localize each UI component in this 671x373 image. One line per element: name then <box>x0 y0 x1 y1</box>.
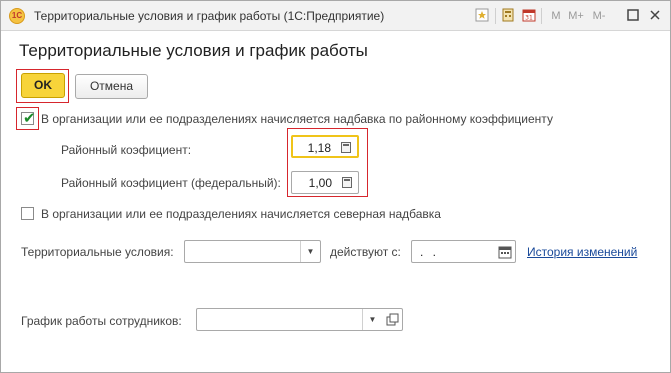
regional-coef-federal-value: 1,00 <box>308 176 332 190</box>
title-bar: 1C Территориальные условия и график рабо… <box>1 1 670 31</box>
regional-coef-federal-field[interactable]: 1,00 <box>291 171 359 194</box>
northern-allowance-checkbox-label: В организации или ее подразделениях начи… <box>41 207 441 221</box>
ok-button[interactable]: OK <box>21 73 65 98</box>
cancel-button[interactable]: Отмена <box>75 74 148 99</box>
work-schedule-select[interactable]: ▼ <box>196 308 403 331</box>
regional-coef-value: 1,18 <box>307 141 331 155</box>
regional-coef-label: Районный коэфициент: <box>61 143 192 157</box>
calendar-icon[interactable]: 31 <box>522 8 536 22</box>
memory-plus-button[interactable]: M+ <box>567 8 585 24</box>
regional-coef-federal-label: Районный коэфициент (федеральный): <box>61 176 281 190</box>
toolbar-separator <box>495 8 496 24</box>
favorite-icon[interactable] <box>475 8 489 22</box>
work-schedule-label: График работы сотрудников: <box>21 314 182 328</box>
open-icon[interactable] <box>386 313 399 326</box>
close-icon[interactable] <box>648 8 662 22</box>
calculator-icon[interactable] <box>501 8 515 22</box>
toolbar-separator <box>541 8 542 24</box>
calculator-icon[interactable] <box>335 137 357 158</box>
memory-minus-button[interactable]: M- <box>591 8 607 24</box>
regional-coef-field[interactable]: 1,18 <box>291 135 359 158</box>
calculator-icon[interactable] <box>336 172 358 193</box>
history-link[interactable]: История изменений <box>527 245 637 259</box>
check-mark-icon: ✔ <box>23 110 36 127</box>
regional-coef-checkbox-label: В организации или ее подразделениях начи… <box>41 112 553 126</box>
memory-button[interactable]: M <box>549 8 563 24</box>
valid-from-date-field[interactable]: . . <box>411 240 516 263</box>
northern-allowance-checkbox[interactable] <box>21 207 34 220</box>
territorial-conditions-select[interactable]: ▼ <box>184 240 321 263</box>
chevron-down-icon[interactable]: ▼ <box>362 309 382 330</box>
svg-text:31: 31 <box>525 15 533 22</box>
dialog-window: 1C Территориальные условия и график рабо… <box>0 0 671 373</box>
page-title: Территориальные условия и график работы <box>19 41 368 60</box>
1c-app-icon: 1C <box>9 8 25 24</box>
calendar-icon[interactable] <box>498 245 512 259</box>
window-title: Территориальные условия и график работы … <box>34 9 385 23</box>
regional-coef-checkbox[interactable]: ✔ <box>21 110 36 127</box>
chevron-down-icon[interactable]: ▼ <box>300 241 320 262</box>
valid-from-date-value: . . <box>420 245 440 259</box>
maximize-icon[interactable] <box>626 8 640 22</box>
valid-from-label: действуют с: <box>330 245 401 259</box>
territorial-conditions-label: Территориальные условия: <box>21 245 174 259</box>
